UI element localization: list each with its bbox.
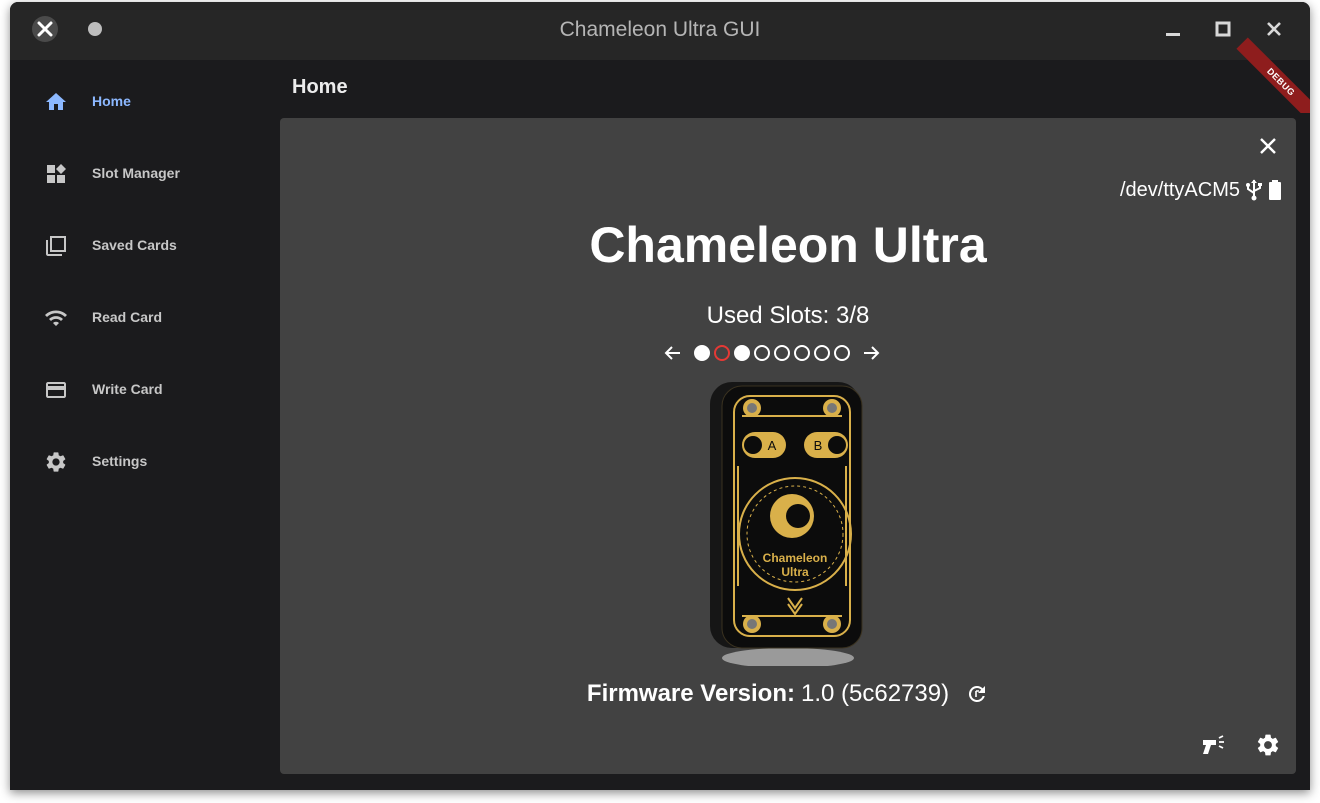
next-slot-button[interactable] xyxy=(858,340,884,366)
battery-icon xyxy=(1269,180,1281,200)
slot-dot-8[interactable] xyxy=(834,345,850,361)
slot-dot-1[interactable] xyxy=(694,345,710,361)
sidebar-item-saved-cards[interactable]: Saved Cards xyxy=(10,218,276,274)
previous-slot-button[interactable] xyxy=(660,340,686,366)
close-icon xyxy=(1267,22,1281,36)
page-title: Home xyxy=(292,76,348,98)
minimize-icon xyxy=(1166,33,1180,36)
slot-dot-7[interactable] xyxy=(814,345,830,361)
sidebar-item-home[interactable]: Home xyxy=(10,74,276,130)
window-title: Chameleon Ultra GUI xyxy=(559,18,761,41)
gear-icon xyxy=(46,452,66,472)
app-window: Chameleon Ultra GUI Home Slot Manager Sa… xyxy=(10,2,1310,790)
sidebar: Home Slot Manager Saved Cards Read Card … xyxy=(10,60,276,790)
device-name: Chameleon Ultra xyxy=(589,217,987,273)
sidebar-item-read-card[interactable]: Read Card xyxy=(10,290,276,346)
sidebar-item-settings[interactable]: Settings xyxy=(10,434,276,490)
chameleon-device-image: A B Chameleon Ultra xyxy=(710,382,863,666)
slot-dot-6[interactable] xyxy=(794,345,810,361)
device-settings-gear-icon[interactable] xyxy=(1255,732,1281,758)
slot-dot-3[interactable] xyxy=(734,345,750,361)
port-name: /dev/ttyACM5 xyxy=(1119,178,1240,201)
firmware-value: 1.0 (5c62739) xyxy=(800,680,950,707)
home-icon xyxy=(46,93,66,110)
maximize-button[interactable] xyxy=(1208,14,1238,44)
device-image-text-1: Chameleon xyxy=(763,551,828,565)
arrow-left-icon xyxy=(664,346,680,360)
sidebar-item-label: Settings xyxy=(92,453,148,469)
connection-info: /dev/ttyACM5 xyxy=(1120,178,1284,202)
used-slots-text: Used Slots: 3/8 xyxy=(706,302,870,329)
refresh-firmware-icon[interactable] xyxy=(965,682,989,706)
nfc-reader-icon[interactable] xyxy=(1200,732,1226,758)
device-card: /dev/ttyACM5 Chameleon Ultra Used Slots:… xyxy=(280,118,1296,774)
disconnect-close-icon[interactable] xyxy=(1256,134,1280,158)
maximize-icon xyxy=(1215,21,1231,37)
firmware-label: Firmware Version: xyxy=(586,680,795,707)
sidebar-item-label: Slot Manager xyxy=(92,165,180,181)
main-content: /dev/ttyACM5 Chameleon Ultra Used Slots:… xyxy=(276,113,1310,790)
button-a-label: A xyxy=(768,438,777,453)
slot-selector xyxy=(660,340,884,366)
firmware-info: Firmware Version: 1.0 (5c62739) xyxy=(280,680,1296,708)
library-icon xyxy=(46,236,66,256)
button-b-label: B xyxy=(814,438,823,453)
wifi-icon xyxy=(45,310,67,326)
app-bar: Home DEBUG xyxy=(276,37,1310,127)
slot-dot-5[interactable] xyxy=(774,345,790,361)
usb-icon xyxy=(1246,179,1262,201)
close-window-button[interactable] xyxy=(1259,14,1289,44)
device-image-text-2: Ultra xyxy=(781,565,809,579)
sidebar-item-label: Saved Cards xyxy=(92,237,177,253)
slot-dot-2[interactable] xyxy=(714,345,730,361)
sidebar-item-write-card[interactable]: Write Card xyxy=(10,362,276,418)
slot-dot-4[interactable] xyxy=(754,345,770,361)
sidebar-item-label: Write Card xyxy=(92,381,163,397)
sidebar-item-label: Home xyxy=(92,93,131,109)
credit-card-icon xyxy=(46,382,66,398)
sidebar-item-label: Read Card xyxy=(92,309,163,325)
minimize-button[interactable] xyxy=(1158,14,1188,44)
arrow-right-icon xyxy=(864,346,880,360)
sidebar-item-slot-manager[interactable]: Slot Manager xyxy=(10,146,276,202)
dashboard-icon xyxy=(47,164,66,183)
slot-indicators xyxy=(694,345,850,361)
title-bar[interactable]: Chameleon Ultra GUI xyxy=(10,2,1310,60)
